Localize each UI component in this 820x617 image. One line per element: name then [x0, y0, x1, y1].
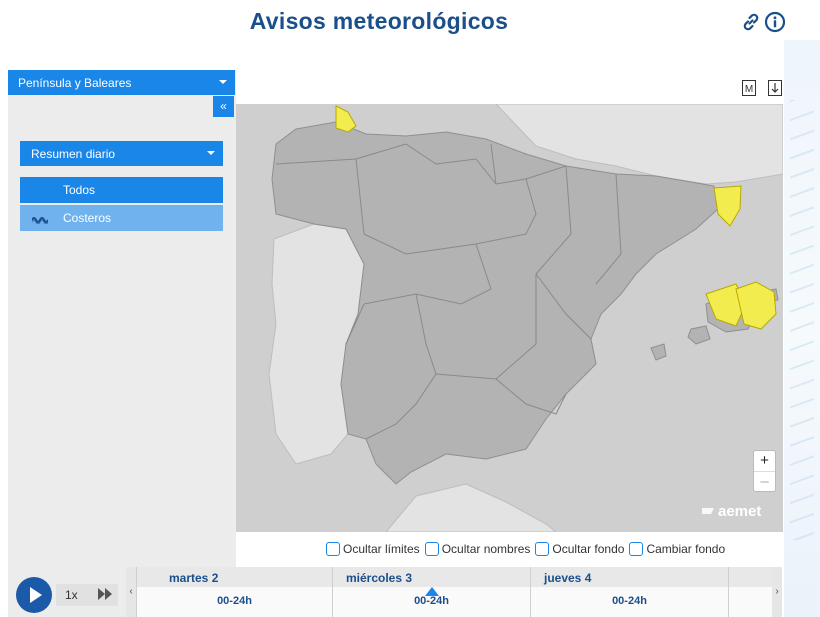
- timeline-next-button[interactable]: ›: [772, 567, 782, 617]
- svg-text:M: M: [745, 84, 753, 95]
- summary-select[interactable]: Resumen diario: [20, 141, 223, 166]
- map-formentera: [650, 343, 667, 361]
- play-button[interactable]: [16, 577, 52, 613]
- info-icon[interactable]: [764, 11, 786, 33]
- filter-label: Todos: [63, 183, 96, 197]
- chevron-down-icon: [207, 151, 215, 155]
- fast-forward-icon[interactable]: [98, 588, 112, 603]
- map-options: Ocultar límites Ocultar nombres Ocultar …: [326, 540, 726, 558]
- option-label: Ocultar fondo: [552, 542, 625, 556]
- checkbox[interactable]: [535, 542, 550, 556]
- day-martes-2[interactable]: martes 2 00-24h: [136, 567, 332, 617]
- aemet-logo: aemet: [702, 503, 761, 520]
- option-label: Ocultar límites: [343, 542, 420, 556]
- svg-text:aemet: aemet: [718, 503, 761, 520]
- filter-item-costeros[interactable]: Costeros: [20, 205, 223, 231]
- option-label: Ocultar nombres: [441, 542, 531, 556]
- option-ocultar-limites[interactable]: Ocultar límites: [326, 542, 420, 556]
- day-next-partial: [728, 567, 772, 617]
- region-select-label: Península y Baleares: [18, 76, 132, 90]
- selected-day-marker: [425, 587, 439, 596]
- day-slot: [729, 587, 772, 617]
- page-title: Avisos meteorológicos: [249, 8, 509, 34]
- option-ocultar-nombres[interactable]: Ocultar nombres: [424, 542, 531, 556]
- day-name: martes 2: [169, 571, 219, 585]
- filter-item-todos[interactable]: Todos: [20, 177, 223, 203]
- collapse-sidebar-button[interactable]: «: [213, 96, 234, 117]
- m-button[interactable]: M: [742, 80, 756, 96]
- day-slot[interactable]: 00-24h: [137, 587, 332, 617]
- map-ibiza: [687, 325, 711, 345]
- checkbox[interactable]: [424, 542, 439, 556]
- summary-select-label: Resumen diario: [31, 147, 116, 161]
- day-jueves-4[interactable]: jueves 4 00-24h: [530, 567, 728, 617]
- background-decoration: [784, 40, 820, 617]
- timeline-prev-button[interactable]: ‹: [126, 567, 136, 617]
- warnings-map[interactable]: aemet: [236, 104, 783, 532]
- link-icon[interactable]: [740, 11, 762, 33]
- chevron-down-icon: [219, 80, 227, 84]
- download-icon[interactable]: [768, 80, 782, 96]
- map-africa: [385, 483, 557, 532]
- warning-zone-girona: [713, 185, 742, 227]
- warning-zone-galicia: [335, 105, 357, 133]
- speed-control[interactable]: 1x: [56, 584, 118, 606]
- day-miercoles-3[interactable]: miércoles 3 00-24h: [332, 567, 530, 617]
- option-label: Cambiar fondo: [646, 542, 726, 556]
- day-name: miércoles 3: [346, 571, 413, 585]
- option-cambiar-fondo[interactable]: Cambiar fondo: [629, 542, 725, 556]
- zoom-out-button[interactable]: –: [754, 471, 775, 491]
- zoom-in-button[interactable]: +: [754, 451, 775, 471]
- filter-label: Costeros: [63, 211, 112, 225]
- zoom-controls: + –: [754, 451, 775, 491]
- option-ocultar-fondo[interactable]: Ocultar fondo: [535, 542, 624, 556]
- coastal-waves-icon: [31, 213, 49, 227]
- day-slot[interactable]: 00-24h: [531, 587, 728, 617]
- checkbox[interactable]: [629, 542, 644, 556]
- region-select[interactable]: Península y Baleares: [8, 70, 235, 95]
- speed-label: 1x: [65, 588, 78, 602]
- checkbox[interactable]: [326, 542, 340, 556]
- day-name: jueves 4: [544, 571, 592, 585]
